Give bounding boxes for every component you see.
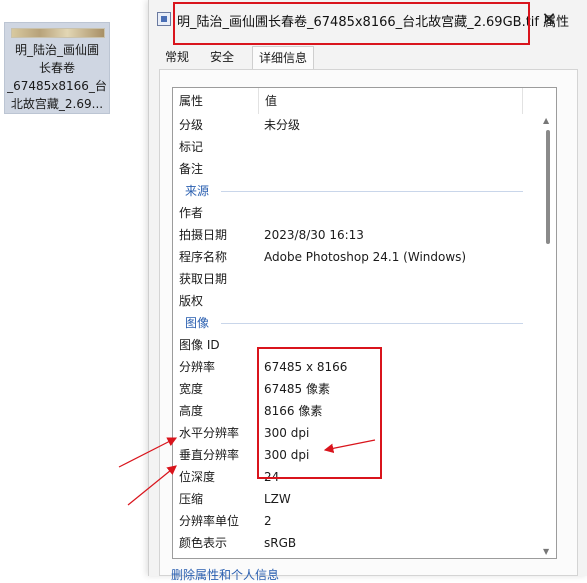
annotation-arrows — [118, 437, 376, 506]
arrow-dpi-value — [323, 439, 376, 454]
arrow-vertical-resolution — [127, 465, 177, 506]
arrow-horizontal-resolution — [118, 437, 178, 468]
